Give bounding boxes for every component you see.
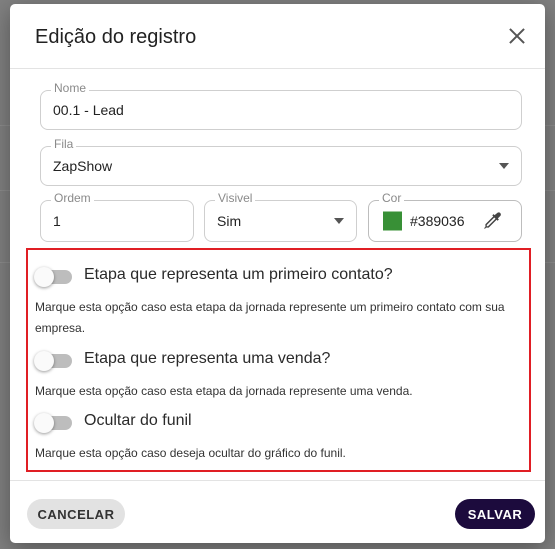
toggle-primeiro-contato[interactable] (34, 267, 72, 287)
visivel-value: Sim (217, 213, 242, 229)
toggle-venda[interactable] (34, 351, 72, 371)
save-button[interactable]: SALVAR (455, 499, 535, 529)
toggle-ocultar-funil[interactable] (34, 413, 72, 433)
ordem-value: 1 (53, 213, 61, 229)
visivel-select[interactable]: Visivel Sim (204, 191, 357, 242)
nome-label: Nome (51, 81, 90, 95)
dialog-footer: CANCELAR SALVAR (10, 480, 545, 543)
cancel-button[interactable]: CANCELAR (27, 499, 125, 529)
dialog-title: Edição do registro (35, 26, 197, 48)
option-description: Marque esta opção caso esta etapa da jor… (35, 300, 505, 335)
toggle-knob (34, 413, 54, 433)
fila-select[interactable]: Fila ZapShow (40, 137, 522, 186)
toggle-knob (34, 267, 54, 287)
toggle-knob (34, 351, 54, 371)
ordem-label: Ordem (51, 191, 94, 205)
close-icon[interactable] (509, 28, 525, 44)
option-description: Marque esta opção caso deseja ocultar do… (35, 446, 346, 460)
chevron-down-icon (334, 218, 344, 224)
ordem-field[interactable]: Ordem 1 (40, 191, 194, 242)
option-description: Marque esta opção caso esta etapa da jor… (35, 384, 413, 398)
nome-value: 00.1 - Lead (53, 102, 124, 118)
cor-label: Cor (379, 191, 405, 205)
visivel-label: Visivel (215, 191, 256, 205)
nome-field[interactable]: Nome 00.1 - Lead (40, 81, 522, 130)
dialog-header: Edição do registro (10, 4, 545, 69)
option-title: Etapa que representa uma venda? (84, 350, 331, 367)
color-swatch[interactable] (383, 211, 402, 231)
eyedropper-icon[interactable] (481, 210, 503, 232)
option-title: Ocultar do funil (84, 412, 192, 429)
fila-value: ZapShow (53, 158, 113, 174)
cor-value: #389036 (410, 213, 465, 229)
option-title: Etapa que representa um primeiro contato… (84, 266, 393, 283)
fila-label: Fila (51, 137, 77, 151)
cor-field[interactable]: Cor #389036 (368, 191, 522, 242)
chevron-down-icon (499, 163, 509, 169)
edit-record-dialog: Edição do registro Nome 00.1 - Lead Fila… (10, 4, 545, 543)
